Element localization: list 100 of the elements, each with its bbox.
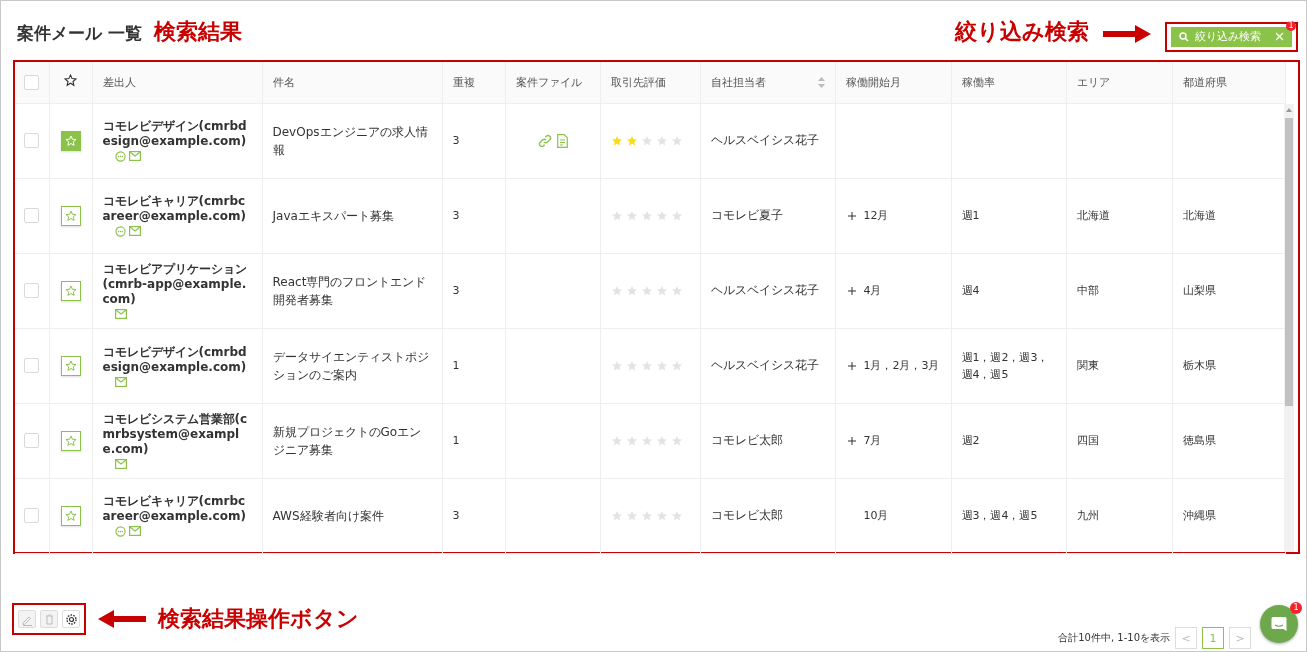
rating-star	[670, 134, 683, 147]
row-checkbox[interactable]	[24, 508, 40, 524]
sender-text: コモレビデザイン(cmrbdesign@example.com)	[102, 344, 248, 375]
area-text: 中部	[1076, 284, 1099, 298]
scrollbar[interactable]	[1284, 103, 1294, 552]
sender-text: コモレビデザイン(cmrbdesign@example.com)	[102, 119, 248, 150]
subject-link[interactable]: DevOpsエンジニアの求人情報	[272, 122, 432, 159]
subject-link[interactable]: Javaエキスパート募集	[272, 206, 432, 225]
prefecture-text: 徳島県	[1182, 434, 1216, 448]
assignee-text: ヘルスベイシス花子	[710, 358, 819, 373]
duplicate-count: 1	[452, 434, 460, 448]
favorite-toggle[interactable]	[60, 355, 81, 376]
rating-star	[640, 134, 653, 147]
row-checkbox[interactable]	[24, 208, 40, 224]
start-month-text: 4月	[863, 283, 882, 299]
star-icon	[64, 74, 77, 88]
star-icon	[64, 434, 77, 447]
prefecture-text: 北海道	[1182, 209, 1216, 223]
star-icon	[64, 509, 77, 522]
mail-icon[interactable]	[128, 526, 141, 537]
column-header: 取引先評価	[610, 75, 666, 89]
column-header[interactable]: 自社担当者	[710, 74, 766, 90]
star-icon	[64, 209, 77, 222]
chat-icon[interactable]	[114, 151, 126, 163]
chat-icon	[1270, 615, 1288, 633]
search-icon	[1179, 31, 1189, 42]
duplicate-count: 1	[452, 359, 460, 373]
plus-icon[interactable]	[845, 359, 858, 372]
row-checkbox[interactable]	[24, 358, 40, 374]
mail-icon[interactable]	[128, 226, 141, 237]
rating-star	[610, 509, 623, 522]
work-rate-text: 週4	[961, 284, 980, 298]
scroll-up-icon[interactable]	[1286, 107, 1292, 112]
start-month-text: 10月	[863, 508, 889, 524]
duplicate-count: 3	[452, 209, 460, 223]
row-checkbox[interactable]	[24, 283, 40, 299]
settings-icon	[64, 612, 78, 626]
duplicate-count: 3	[452, 134, 460, 148]
assignee-text: コモレビ夏子	[710, 208, 783, 223]
mail-icon[interactable]	[128, 151, 141, 162]
select-all-checkbox[interactable]	[24, 74, 40, 90]
area-text: 九州	[1076, 509, 1099, 523]
favorite-toggle[interactable]	[60, 205, 81, 226]
rating-star	[640, 209, 653, 222]
row-checkbox[interactable]	[24, 433, 40, 449]
row-checkbox[interactable]	[24, 133, 40, 149]
close-icon[interactable]	[1275, 32, 1284, 42]
plus-icon[interactable]	[845, 434, 858, 447]
area-text: 四国	[1076, 434, 1099, 448]
subject-link[interactable]: AWS経験者向け案件	[272, 506, 432, 525]
start-month-text: 7月	[863, 433, 882, 449]
assignee-text: ヘルスベイシス花子	[710, 283, 819, 298]
rating-star	[655, 134, 668, 147]
rating-star	[670, 209, 683, 222]
mail-icon[interactable]	[114, 309, 127, 320]
sender-text: コモレビアプリケーション(cmrb-app@example.com)	[102, 262, 248, 308]
favorite-toggle[interactable]	[60, 430, 81, 451]
subject-link[interactable]: React専門のフロントエンド開発者募集	[272, 272, 432, 309]
duplicate-count: 3	[452, 284, 460, 298]
assignee-text: ヘルスベイシス花子	[710, 133, 819, 148]
rating-star	[625, 434, 638, 447]
chat-icon[interactable]	[114, 226, 126, 238]
annotation-label: 絞り込み検索	[955, 17, 1089, 46]
prefecture-text: 沖縄県	[1182, 509, 1216, 523]
rating-star	[670, 359, 683, 372]
sort-icon[interactable]	[817, 76, 825, 88]
work-rate-text: 週1，週2，週3，週4，週5	[961, 350, 1049, 381]
favorite-toggle[interactable]	[60, 280, 81, 301]
mail-icon[interactable]	[114, 459, 127, 470]
column-header: 都道府県	[1182, 75, 1227, 89]
sender-text: コモレビシステム営業部(cmrbsystem@example.com)	[102, 412, 249, 458]
count-badge: 1	[1286, 20, 1296, 31]
column-header: 案件ファイル	[515, 75, 582, 89]
subject-link[interactable]: データサイエンティストポジションのご案内	[272, 347, 432, 384]
favorite-toggle[interactable]	[60, 130, 81, 151]
mail-icon[interactable]	[114, 376, 127, 387]
annotation-arrow	[98, 609, 146, 630]
rating-star	[640, 434, 653, 447]
chat-icon[interactable]	[114, 526, 126, 538]
rating-star	[655, 284, 668, 297]
area-text: 北海道	[1076, 209, 1110, 223]
document-icon[interactable]	[556, 133, 568, 148]
column-header: 差出人	[102, 75, 136, 89]
column-header: 稼働率	[961, 75, 995, 89]
rating-star	[625, 209, 638, 222]
link-icon[interactable]	[537, 133, 552, 148]
rating-star	[670, 509, 683, 522]
plus-icon[interactable]	[845, 209, 858, 222]
plus-icon[interactable]	[845, 284, 858, 297]
rating-star	[625, 359, 638, 372]
star-icon	[64, 134, 77, 147]
rating-star	[670, 284, 683, 297]
rating-star	[655, 509, 668, 522]
subject-link[interactable]: 新規プロジェクトのGoエンジニア募集	[272, 422, 432, 459]
rating-star	[670, 434, 683, 447]
favorite-toggle[interactable]	[60, 505, 81, 526]
duplicate-count: 3	[452, 509, 460, 523]
settings-button[interactable]	[62, 610, 80, 629]
star-icon	[64, 284, 77, 297]
rating-star	[640, 359, 653, 372]
